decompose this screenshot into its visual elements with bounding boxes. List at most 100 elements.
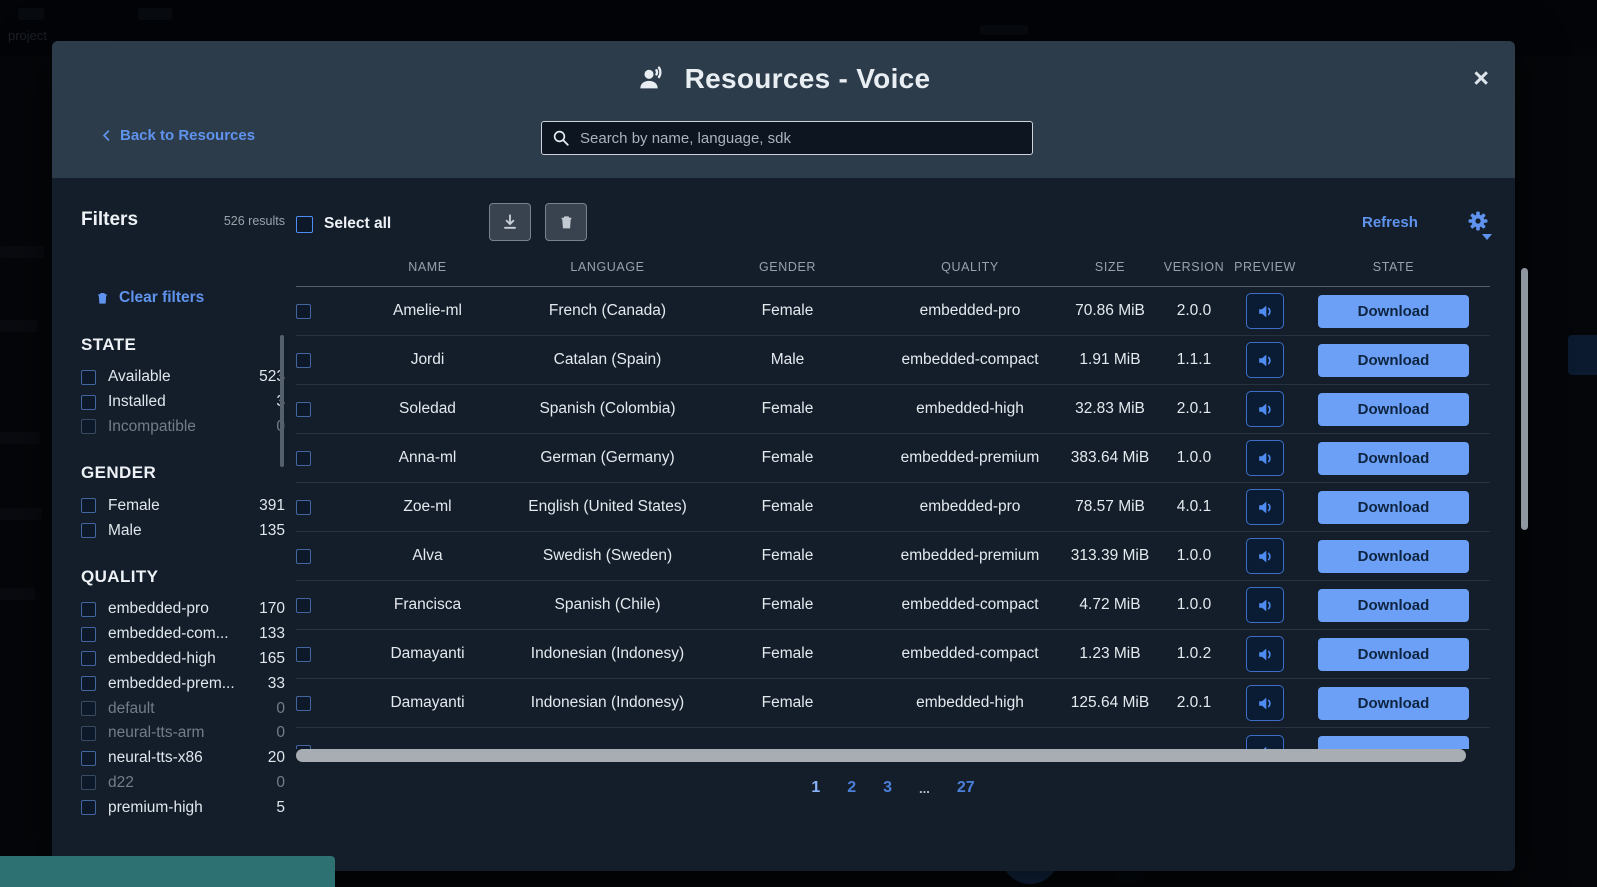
column-header: LANGUAGE xyxy=(515,260,700,274)
download-button[interactable]: Download xyxy=(1318,491,1469,524)
table-row: Alva Swedish (Sweden) Female embedded-pr… xyxy=(296,532,1490,581)
column-header: SIZE xyxy=(1065,260,1155,274)
filter-option-label: Incompatible xyxy=(108,418,272,436)
preview-speaker-icon[interactable] xyxy=(1246,440,1284,476)
filter-option-label: Female xyxy=(108,497,255,515)
cell-size: 1.91 MiB xyxy=(1065,351,1155,369)
filter-option[interactable]: default 0 xyxy=(81,696,285,721)
table-row: Damayanti Indonesian (Indonesy) Female e… xyxy=(296,679,1490,728)
checkbox-icon[interactable] xyxy=(296,216,313,233)
trash-icon xyxy=(95,290,110,306)
preview-speaker-icon[interactable] xyxy=(1246,636,1284,672)
filter-section-title: STATE xyxy=(81,335,285,355)
row-checkbox[interactable] xyxy=(296,402,311,417)
cell-size: 78.57 MiB xyxy=(1065,498,1155,516)
row-checkbox[interactable] xyxy=(296,451,311,466)
download-button[interactable]: Download xyxy=(1318,638,1469,671)
filter-option-count: 391 xyxy=(259,497,285,515)
preview-speaker-icon[interactable] xyxy=(1246,342,1284,378)
filter-option[interactable]: Incompatible 0 xyxy=(81,415,285,440)
search-input[interactable] xyxy=(580,130,1022,147)
filter-option[interactable]: embedded-prem... 33 xyxy=(81,671,285,696)
vertical-scrollbar[interactable] xyxy=(1521,268,1528,530)
row-checkbox[interactable] xyxy=(296,598,311,613)
filter-option[interactable]: premium-high 5 xyxy=(81,795,285,820)
preview-speaker-icon[interactable] xyxy=(1246,538,1284,574)
checkbox-icon[interactable] xyxy=(81,523,96,538)
checkbox-icon[interactable] xyxy=(81,775,96,790)
row-checkbox[interactable] xyxy=(296,549,311,564)
preview-speaker-icon[interactable] xyxy=(1246,489,1284,525)
filter-option[interactable]: embedded-pro 170 xyxy=(81,597,285,622)
checkbox-icon[interactable] xyxy=(81,395,96,410)
download-tray-icon xyxy=(500,212,520,232)
checkbox-icon[interactable] xyxy=(81,676,96,691)
dialog-title: Resources - Voice xyxy=(685,63,931,95)
preview-speaker-icon[interactable] xyxy=(1246,391,1284,427)
download-button[interactable]: Download xyxy=(1318,589,1469,622)
download-button[interactable]: Download xyxy=(1318,393,1469,426)
page-link[interactable]: 3 xyxy=(883,779,892,797)
filter-option[interactable]: embedded-high 165 xyxy=(81,647,285,672)
filter-option[interactable]: Male 135 xyxy=(81,518,285,543)
cell-version: 1.0.0 xyxy=(1155,547,1233,565)
filter-option[interactable]: Available 523 xyxy=(81,365,285,390)
download-selected-button[interactable] xyxy=(489,203,531,241)
back-to-resources-link[interactable]: Back to Resources xyxy=(100,127,255,144)
resources-voice-dialog: Resources - Voice × Back to Resources Fi xyxy=(52,41,1515,871)
download-button[interactable]: Download xyxy=(1318,687,1469,720)
cell-quality: embedded-high xyxy=(875,400,1065,418)
preview-speaker-icon[interactable] xyxy=(1246,685,1284,721)
select-all-checkbox[interactable]: Select all xyxy=(296,215,391,233)
preview-speaker-icon[interactable] xyxy=(1246,587,1284,623)
row-checkbox[interactable] xyxy=(296,304,311,319)
sidebar-scrollbar[interactable] xyxy=(280,335,284,467)
horizontal-scrollbar[interactable] xyxy=(296,749,1466,762)
row-checkbox[interactable] xyxy=(296,696,311,711)
checkbox-icon[interactable] xyxy=(81,370,96,385)
page-link[interactable]: 27 xyxy=(957,779,975,797)
delete-selected-button[interactable] xyxy=(545,203,587,241)
page-link[interactable]: 1 xyxy=(811,779,820,797)
filter-option[interactable]: Female 391 xyxy=(81,493,285,518)
row-checkbox[interactable] xyxy=(296,353,311,368)
back-link-label: Back to Resources xyxy=(120,127,255,144)
page-link[interactable]: 2 xyxy=(847,779,856,797)
table-body: Amelie-ml French (Canada) Female embedde… xyxy=(296,287,1490,728)
column-header: PREVIEW xyxy=(1233,260,1297,274)
cell-gender: Female xyxy=(700,302,875,320)
download-button[interactable]: Download xyxy=(1318,540,1469,573)
filter-option[interactable]: Installed 3 xyxy=(81,390,285,415)
filter-option[interactable]: d22 0 xyxy=(81,771,285,796)
download-button xyxy=(1318,736,1469,749)
checkbox-icon[interactable] xyxy=(81,627,96,642)
search-box[interactable] xyxy=(541,121,1033,155)
filter-option[interactable]: neural-tts-arm 0 xyxy=(81,721,285,746)
download-button[interactable]: Download xyxy=(1318,442,1469,475)
checkbox-icon[interactable] xyxy=(81,419,96,434)
table-row: Jordi Catalan (Spain) Male embedded-comp… xyxy=(296,336,1490,385)
row-checkbox[interactable] xyxy=(296,500,311,515)
checkbox-icon[interactable] xyxy=(81,651,96,666)
filter-option[interactable]: embedded-com... 133 xyxy=(81,622,285,647)
download-button[interactable]: Download xyxy=(1318,344,1469,377)
cell-language: Swedish (Sweden) xyxy=(515,547,700,565)
filter-option[interactable]: neural-tts-x86 20 xyxy=(81,746,285,771)
checkbox-icon[interactable] xyxy=(81,602,96,617)
checkbox-icon[interactable] xyxy=(81,701,96,716)
refresh-button[interactable]: Refresh xyxy=(1362,214,1418,231)
preview-speaker-icon[interactable] xyxy=(1246,293,1284,329)
download-button[interactable]: Download xyxy=(1318,295,1469,328)
pagination: 123...27 xyxy=(296,779,1490,797)
voices-table: NAMELANGUAGEGENDERQUALITYSIZEVERSIONPREV… xyxy=(296,247,1490,749)
column-header: VERSION xyxy=(1155,260,1233,274)
checkbox-icon[interactable] xyxy=(81,498,96,513)
row-checkbox[interactable] xyxy=(296,647,311,662)
checkbox-icon[interactable] xyxy=(81,800,96,815)
checkbox-icon[interactable] xyxy=(81,726,96,741)
close-icon[interactable]: × xyxy=(1473,65,1489,92)
results-count: 526 results xyxy=(224,214,285,228)
filter-section: GENDER Female 391 Male 135 xyxy=(81,463,285,543)
clear-filters-button[interactable]: Clear filters xyxy=(95,289,285,307)
checkbox-icon[interactable] xyxy=(81,751,96,766)
